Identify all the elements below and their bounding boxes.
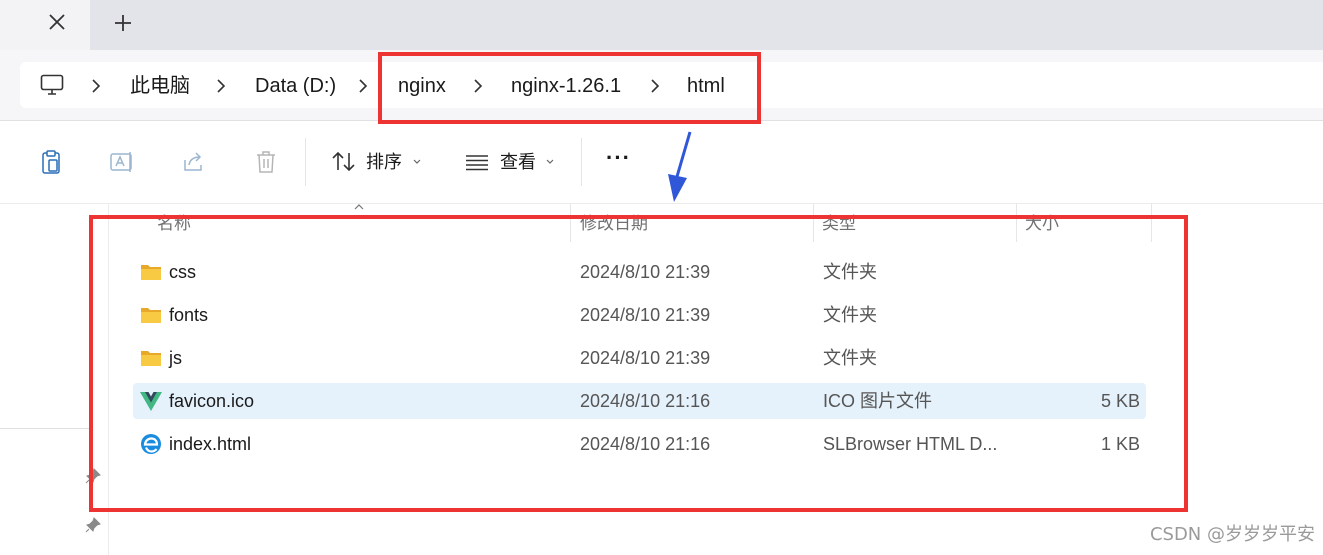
rename-icon[interactable] [108, 148, 136, 176]
view-button[interactable]: 查看 [500, 150, 536, 174]
breadcrumb-item-this-pc[interactable]: 此电脑 [130, 74, 190, 98]
chevron-right-icon[interactable] [357, 78, 369, 94]
more-options-button[interactable]: ··· [606, 146, 631, 170]
clipboard-icon[interactable] [37, 148, 65, 176]
chevron-right-icon[interactable] [215, 78, 227, 94]
watermark: CSDN @岁岁岁平安 [1149, 524, 1315, 545]
chevron-right-icon[interactable] [90, 78, 102, 94]
sort-icon[interactable] [330, 148, 358, 176]
breadcrumb-item-data-drive[interactable]: Data (D:) [255, 74, 336, 98]
plus-icon[interactable] [110, 10, 136, 36]
sort-ascending-icon [354, 204, 364, 210]
divider [0, 428, 90, 429]
share-icon[interactable] [180, 148, 208, 176]
delete-icon[interactable] [252, 148, 280, 176]
view-icon[interactable] [463, 148, 491, 176]
chevron-down-icon[interactable] [545, 158, 555, 166]
pin-icon[interactable] [84, 516, 102, 534]
toolbar-separator [305, 138, 306, 186]
file-list-highlight-box [89, 215, 1188, 512]
tab-bar [0, 0, 1323, 50]
sort-button[interactable]: 排序 [366, 150, 402, 174]
annotation-arrow-icon [668, 131, 692, 202]
breadcrumb-highlight-box [378, 52, 761, 124]
close-icon[interactable] [45, 10, 69, 34]
computer-icon[interactable] [40, 74, 64, 96]
chevron-down-icon[interactable] [412, 158, 422, 166]
tab-current[interactable] [0, 0, 90, 50]
toolbar-separator [581, 138, 582, 186]
